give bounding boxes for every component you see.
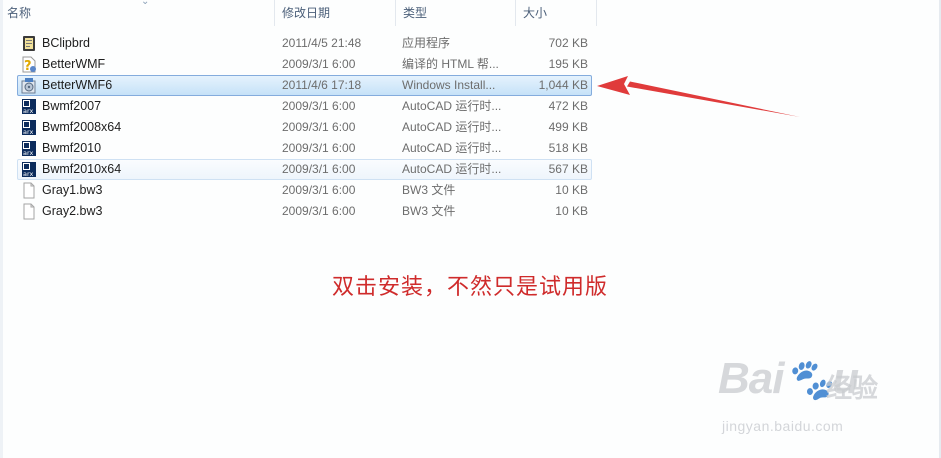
baidu-jingyan-watermark: Bai🐾u 经验 jingyan.baidu.com bbox=[718, 354, 918, 444]
watermark-url: jingyan.baidu.com bbox=[722, 418, 844, 434]
watermark-label: 经验 bbox=[826, 373, 879, 403]
